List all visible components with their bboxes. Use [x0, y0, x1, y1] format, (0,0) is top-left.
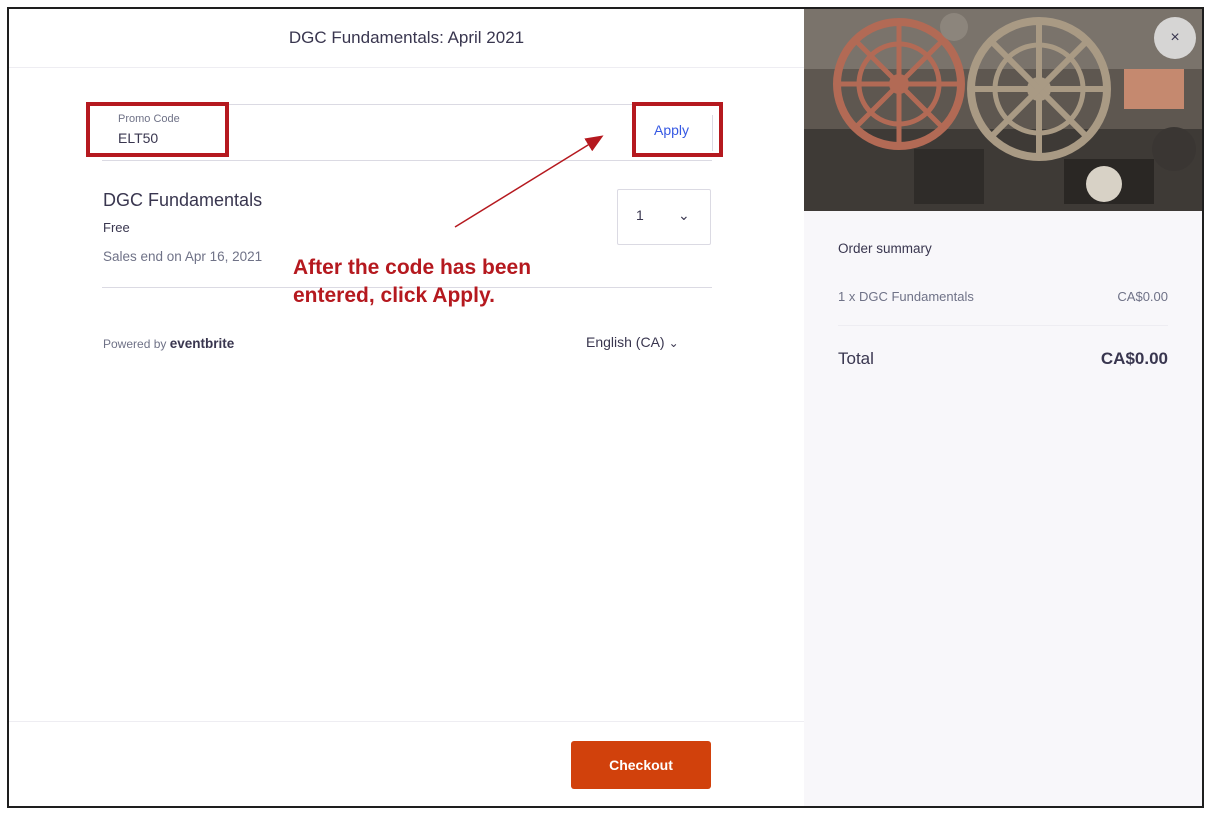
eventbrite-logo[interactable]: eventbrite	[170, 336, 235, 351]
chevron-down-icon: ⌄	[678, 207, 690, 223]
event-title: DGC Fundamentals: April 2021	[9, 9, 804, 68]
order-summary-title: Order summary	[838, 241, 932, 256]
ticket-panel: DGC Fundamentals: April 2021 Promo Code …	[9, 9, 804, 806]
promo-highlight-box	[86, 102, 229, 157]
ticket-sales-end: Sales end on Apr 16, 2021	[103, 249, 263, 264]
ticket-name: DGC Fundamentals	[103, 190, 263, 210]
powered-by: Powered by eventbrite	[103, 336, 234, 351]
annotation-line-1: After the code has been	[293, 256, 532, 279]
film-reels-image	[804, 9, 1202, 211]
divider	[838, 325, 1168, 326]
language-value: English (CA)	[586, 334, 665, 350]
order-item-price: CA$0.00	[1117, 289, 1168, 304]
order-total-price: CA$0.00	[1100, 349, 1168, 368]
ticket-price: Free	[103, 220, 130, 235]
order-total-label: Total	[838, 349, 874, 368]
event-image	[804, 9, 1202, 211]
annotation-line-2: entered, click Apply.	[293, 284, 495, 307]
quantity-select[interactable]: 1 ⌄	[617, 189, 711, 245]
checkout-modal: DGC Fundamentals: April 2021 Promo Code …	[7, 7, 1204, 808]
quantity-value: 1	[636, 207, 644, 223]
checkout-button[interactable]: Checkout	[571, 741, 711, 789]
powered-by-label: Powered by	[103, 337, 167, 351]
annotation-text: After the code has been entered, click A…	[293, 254, 633, 310]
apply-highlight-box	[632, 102, 723, 157]
order-item-label: 1 x DGC Fundamentals	[838, 289, 974, 304]
language-select[interactable]: English (CA) ⌄	[586, 334, 679, 350]
order-summary-panel: × Order summary 1 x DGC Fundamentals CA$…	[804, 9, 1202, 806]
close-icon[interactable]: ×	[1154, 17, 1196, 59]
chevron-down-icon: ⌄	[668, 336, 679, 350]
